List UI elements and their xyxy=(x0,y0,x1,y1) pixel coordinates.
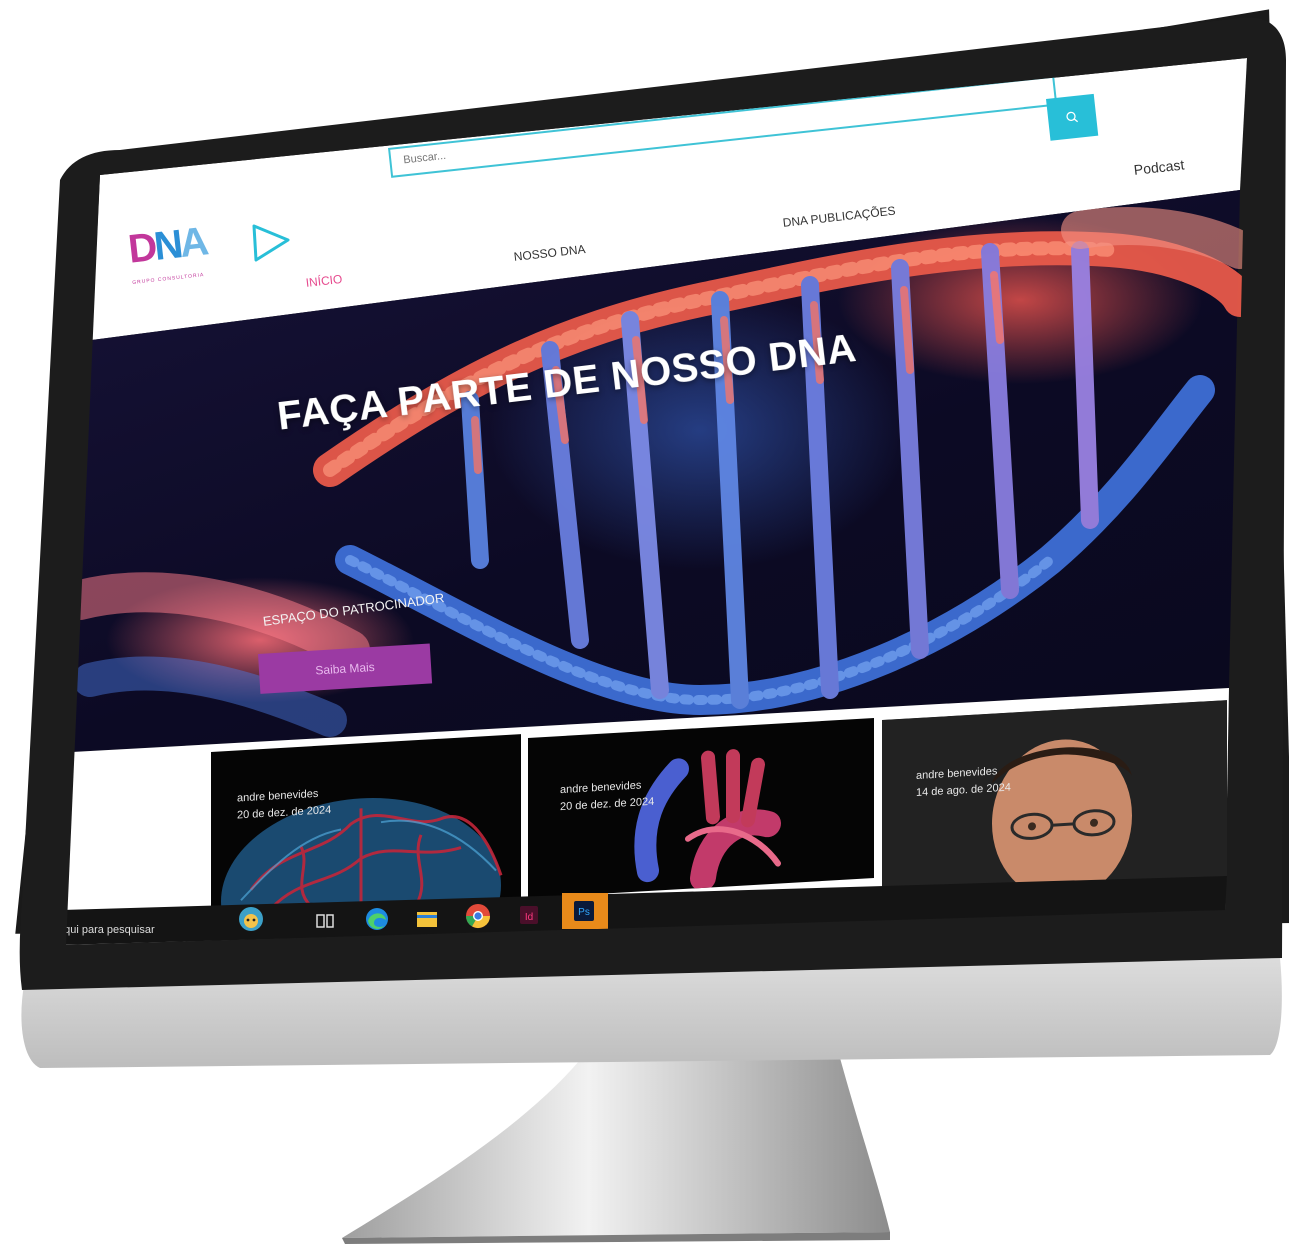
task-view-icon[interactable] xyxy=(310,906,340,936)
edge-icon[interactable] xyxy=(362,904,392,934)
brain-image xyxy=(221,798,503,922)
play-icon[interactable] xyxy=(248,220,294,266)
search-button[interactable] xyxy=(1046,93,1099,141)
site-logo[interactable]: DNA xyxy=(126,219,208,272)
svg-text:Id: Id xyxy=(525,912,533,923)
post-card[interactable]: andre benevides 20 de dez. de 2024 xyxy=(528,718,874,898)
post-card[interactable]: andre benevides 14 de ago. de 2024 xyxy=(882,700,1227,900)
widget-icon[interactable] xyxy=(236,904,266,934)
photoshop-icon[interactable]: Ps xyxy=(562,893,608,929)
search-icon xyxy=(1066,111,1079,123)
indesign-icon[interactable]: Id xyxy=(514,900,544,930)
taskbar-search[interactable]: aqui para pesquisar xyxy=(66,918,223,942)
file-explorer-icon[interactable] xyxy=(412,904,442,934)
post-card[interactable]: andre benevides 20 de dez. de 2024 xyxy=(211,734,521,922)
svg-text:Ps: Ps xyxy=(578,907,590,918)
chrome-icon[interactable] xyxy=(463,901,493,931)
